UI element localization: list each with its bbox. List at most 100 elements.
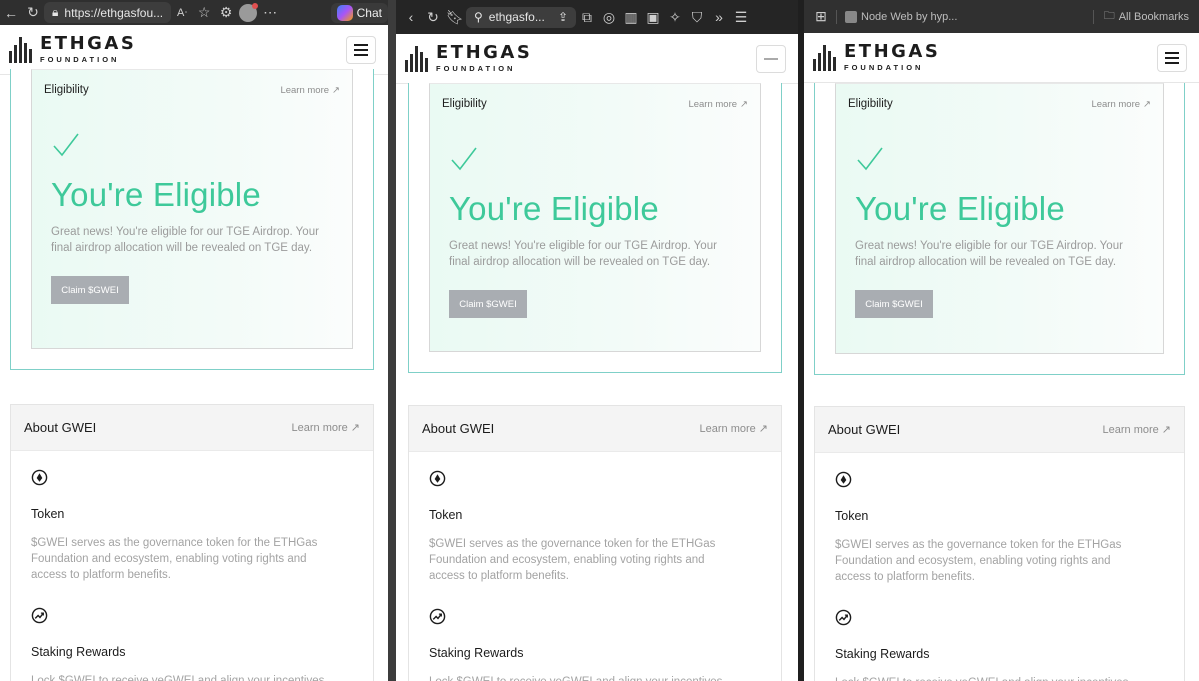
eligibility-card: Eligibility Learn more ↗ You're Eligible … (835, 83, 1164, 354)
feature-description: $GWEI serves as the governance token for… (429, 538, 716, 582)
browser-toolbar: ‹ ↻ 🔖︎ ⚲ ethgasfo... ⇪ ⧉ ◎ ▥ ▣ ✧ ⛉ » ☰ (396, 0, 798, 34)
profile-avatar[interactable] (237, 2, 259, 24)
bookmark-node-web[interactable]: Node Web by hyp... (845, 10, 958, 23)
address-bar[interactable]: 🔒︎ https://ethgasfou... (44, 2, 172, 23)
site-favicon-icon (845, 10, 857, 23)
ethgas-logo[interactable]: ETHGAS FOUNDATION (9, 35, 136, 64)
feature-token: Token $GWEI serves as the governance tok… (835, 471, 1164, 585)
read-aloud-icon[interactable]: Aᐧ (171, 2, 193, 24)
trending-up-icon (31, 607, 48, 624)
arrow-up-right-icon: ↗ (332, 85, 340, 96)
eligibility-description: Great news! You're eligible for our TGE … (855, 240, 1123, 268)
feature-description: Lock $GWEI to receive veGWEI and align y… (835, 675, 1135, 681)
logo-name: ETHGAS (844, 41, 941, 63)
feature-title: Token (31, 507, 65, 521)
extensions-icon[interactable]: ⚙︎ (215, 2, 237, 24)
sidebar-icon[interactable]: ▥ (620, 6, 642, 28)
all-bookmarks-label: All Bookmarks (1118, 10, 1189, 23)
about-learn-more-link[interactable]: Learn more ↗ (292, 421, 360, 435)
chevron-more-icon[interactable]: » (708, 6, 730, 28)
address-bar[interactable]: ⚲ ethgasfo... ⇪ (466, 6, 576, 28)
extension-icon[interactable]: ◎ (598, 6, 620, 28)
about-header: About GWEI Learn more ↗ (11, 405, 373, 451)
about-gwei-card: About GWEI Learn more ↗ Token $GWEI serve… (10, 404, 374, 681)
extension-puzzle-icon[interactable]: ⧉ (576, 6, 598, 28)
apps-grid-icon[interactable]: ⊞ (810, 6, 832, 28)
favorite-star-icon[interactable]: ☆ (193, 2, 215, 24)
address-text: ethgasfo... (488, 10, 545, 24)
feature-description: $GWEI serves as the governance token for… (835, 539, 1122, 583)
eligible-headline: You're Eligible (855, 190, 1065, 227)
feature-token: Token $GWEI serves as the governance tok… (429, 470, 761, 584)
bookmark-title: Node Web by hyp... (861, 10, 958, 23)
browser-toolbar: ⊞ Node Web by hyp... 🗀 All Bookmarks (804, 0, 1199, 33)
site-header: ETHGAS FOUNDATION (804, 33, 1199, 83)
site-viewport: ETHGAS FOUNDATION Eligibility Learn more… (0, 25, 388, 681)
hamburger-menu-button[interactable] (1157, 43, 1187, 72)
more-options-icon[interactable]: ⋯ (259, 2, 281, 24)
feature-title: Staking Rewards (429, 646, 524, 660)
hamburger-menu-button[interactable] (756, 44, 786, 73)
refresh-icon[interactable]: ↻ (422, 6, 444, 28)
arrow-up-right-icon: ↗ (350, 422, 360, 434)
eligibility-title: Eligibility (442, 98, 487, 110)
token-icon (429, 470, 446, 487)
eligibility-learn-more-link[interactable]: Learn more ↗ (280, 85, 340, 96)
feature-staking: Staking Rewards Lock $GWEI to receive ve… (835, 609, 1164, 681)
claim-gwei-button[interactable]: Claim $GWEI (449, 290, 527, 318)
shield-icon[interactable]: ⛉ (686, 6, 708, 28)
site-header: ETHGAS FOUNDATION (0, 25, 388, 75)
site-settings-icon: ⚲ (474, 10, 483, 24)
arrow-up-right-icon: ↗ (1161, 424, 1171, 436)
feature-title: Token (835, 509, 869, 523)
eligibility-description: Great news! You're eligible for our TGE … (449, 240, 717, 268)
feature-description: Lock $GWEI to receive veGWEI and align y… (429, 674, 729, 681)
checkmark-icon (451, 147, 477, 171)
eligibility-learn-more-link[interactable]: Learn more ↗ (688, 99, 748, 110)
logo-subtitle: FOUNDATION (40, 55, 120, 65)
eligibility-title: Eligibility (848, 98, 893, 110)
lock-icon: 🔒︎ (52, 5, 59, 19)
eligibility-card: Eligibility Learn more ↗ You're Eligible … (429, 83, 761, 352)
eligibility-learn-more-link[interactable]: Learn more ↗ (1091, 99, 1151, 110)
bookmark-icon[interactable]: 🔖︎ (444, 6, 466, 28)
feature-title: Staking Rewards (835, 647, 930, 661)
feature-title: Token (429, 508, 463, 522)
eligible-headline: You're Eligible (449, 190, 659, 227)
about-title: About GWEI (422, 421, 495, 436)
about-learn-more-link[interactable]: Learn more ↗ (1103, 423, 1171, 437)
hamburger-menu-button[interactable] (346, 35, 376, 64)
token-icon (31, 469, 48, 486)
share-icon[interactable]: ⇪ (558, 10, 568, 24)
token-icon (835, 471, 852, 488)
eligibility-section: Eligibility Learn more ↗ You're Eligible … (814, 83, 1185, 375)
menu-icon[interactable]: ☰ (730, 6, 752, 28)
eligibility-description: Great news! You're eligible for our TGE … (51, 226, 319, 254)
copilot-chat-button[interactable]: Chat (330, 2, 388, 23)
refresh-icon[interactable]: ↻ (22, 2, 44, 24)
trending-up-icon (835, 609, 852, 626)
logo-subtitle: FOUNDATION (844, 63, 924, 73)
logo-mark-icon (813, 44, 836, 71)
copilot-icon (336, 4, 353, 21)
ethgas-logo[interactable]: ETHGAS FOUNDATION (405, 44, 532, 73)
about-header: About GWEI Learn more ↗ (815, 407, 1184, 453)
back-icon[interactable]: ‹ (400, 6, 422, 28)
arrow-up-right-icon: ↗ (758, 423, 768, 435)
claim-gwei-button[interactable]: Claim $GWEI (51, 276, 129, 304)
eligibility-section: Eligibility Learn more ↗ You're Eligible … (408, 83, 782, 373)
wallet-icon[interactable]: ▣ (642, 6, 664, 28)
about-gwei-card: About GWEI Learn more ↗ Token $GWEI serve… (408, 405, 782, 681)
feature-staking: Staking Rewards Lock $GWEI to receive ve… (31, 607, 353, 681)
checkmark-icon (857, 147, 883, 171)
claim-gwei-button[interactable]: Claim $GWEI (855, 290, 933, 318)
all-bookmarks-button[interactable]: 🗀 All Bookmarks (1104, 7, 1189, 26)
about-header: About GWEI Learn more ↗ (409, 406, 781, 452)
sparkle-icon[interactable]: ✧ (664, 6, 686, 28)
logo-mark-icon (405, 45, 428, 72)
back-icon[interactable]: ← (0, 2, 22, 24)
ethgas-logo[interactable]: ETHGAS FOUNDATION (813, 43, 940, 72)
about-learn-more-link[interactable]: Learn more ↗ (700, 422, 768, 436)
feature-description: $GWEI serves as the governance token for… (31, 537, 318, 581)
about-title: About GWEI (24, 420, 97, 435)
